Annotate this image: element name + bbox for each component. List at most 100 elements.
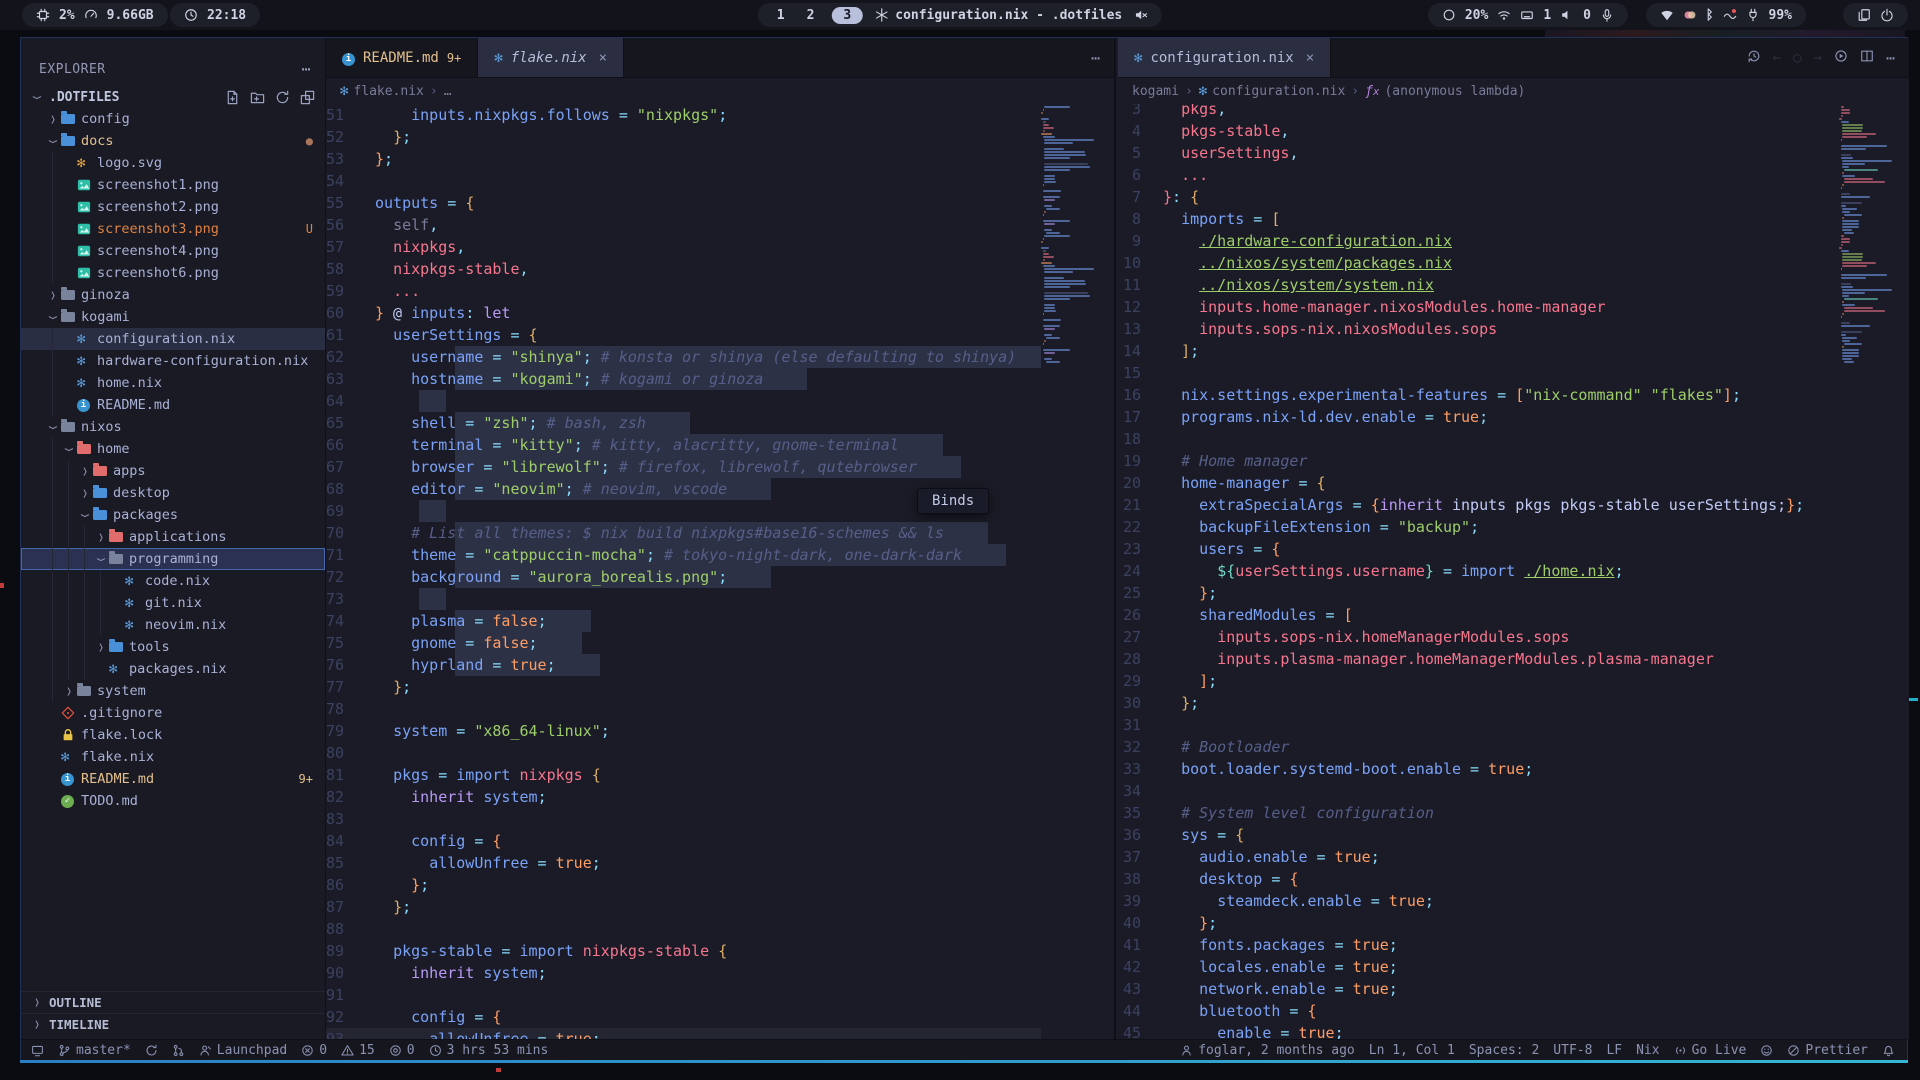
code-line-34[interactable]: 34: [1118, 780, 1909, 802]
tree-item-packages-nix[interactable]: ✻packages.nix: [21, 658, 325, 680]
clock-pill[interactable]: 22:18: [170, 3, 260, 27]
tree-item-logo-svg[interactable]: ✻logo.svg: [21, 152, 325, 174]
code-line-54[interactable]: 54: [326, 170, 1114, 192]
status-item-browser-icon[interactable]: [1760, 1044, 1773, 1057]
tab-configuration-nix[interactable]: ✻configuration.nix×: [1118, 38, 1331, 77]
code-line-4[interactable]: 4 pkgs-stable,: [1118, 120, 1909, 142]
code-line-74[interactable]: 74 plasma = false;: [326, 610, 1114, 632]
code-line-77[interactable]: 77 };: [326, 676, 1114, 698]
code-line-8[interactable]: 8 imports = [: [1118, 208, 1909, 230]
code-line-20[interactable]: 20 home-manager = {: [1118, 472, 1909, 494]
code-line-12[interactable]: 12 inputs.home-manager.nixosModules.home…: [1118, 296, 1909, 318]
code-line-13[interactable]: 13 inputs.sops-nix.nixosModules.sops: [1118, 318, 1909, 340]
breadcrumb-item[interactable]: ✻configuration.nix: [1199, 83, 1346, 99]
power-icon[interactable]: [1880, 8, 1894, 22]
history-icon[interactable]: [1747, 49, 1761, 67]
status-item-prettier[interactable]: Prettier: [1787, 1043, 1868, 1058]
code-line-18[interactable]: 18: [1118, 428, 1909, 450]
code-line-66[interactable]: 66 terminal = "kitty"; # kitty, alacritt…: [326, 434, 1114, 456]
code-line-37[interactable]: 37 audio.enable = true;: [1118, 846, 1909, 868]
tree-item-nixos[interactable]: ❭nixos: [21, 416, 325, 438]
nav-back-icon[interactable]: ←: [1773, 50, 1781, 66]
status-item-nix[interactable]: Nix: [1636, 1043, 1659, 1058]
timeline-section[interactable]: ❭ TIMELINE: [21, 1013, 325, 1035]
code-line-29[interactable]: 29 ];: [1118, 670, 1909, 692]
tree-item-screenshot1-png[interactable]: screenshot1.png: [21, 174, 325, 196]
outline-section[interactable]: ❭ OUTLINE: [21, 991, 325, 1013]
code-line-82[interactable]: 82 inherit system;: [326, 786, 1114, 808]
code-line-39[interactable]: 39 steamdeck.enable = true;: [1118, 890, 1909, 912]
code-line-40[interactable]: 40 };: [1118, 912, 1909, 934]
status-item-go-live[interactable]: Go Live: [1674, 1043, 1747, 1058]
code-line-27[interactable]: 27 inputs.sops-nix.homeManagerModules.so…: [1118, 626, 1909, 648]
tree-item-home[interactable]: ❭home: [21, 438, 325, 460]
code-line-79[interactable]: 79 system = "x86_64-linux";: [326, 720, 1114, 742]
tree-item-configuration-nix[interactable]: ✻configuration.nix: [21, 328, 325, 350]
code-line-53[interactable]: 53};: [326, 148, 1114, 170]
minimap[interactable]: [1041, 104, 1116, 1039]
breadcrumb-item[interactable]: ✻flake.nix: [340, 83, 424, 99]
more-icon[interactable]: ⋯: [1091, 49, 1100, 67]
code-line-59[interactable]: 59 ...: [326, 280, 1114, 302]
code-line-70[interactable]: 70 # List all themes: $ nix build nixpkg…: [326, 522, 1114, 544]
tree-item-readme-md[interactable]: iREADME.md: [21, 394, 325, 416]
tree-item-packages[interactable]: ❭packages: [21, 504, 325, 526]
code-line-42[interactable]: 42 locales.enable = true;: [1118, 956, 1909, 978]
code-line-28[interactable]: 28 inputs.plasma-manager.homeManagerModu…: [1118, 648, 1909, 670]
indicators-pill[interactable]: 20% 1 0: [1428, 3, 1628, 27]
status-item-15[interactable]: 15: [341, 1043, 375, 1058]
code-line-21[interactable]: 21 extraSpecialArgs = {inherit inputs pk…: [1118, 494, 1909, 516]
code-line-35[interactable]: 35 # System level configuration: [1118, 802, 1909, 824]
new-folder-button[interactable]: [250, 90, 265, 105]
tree-item-screenshot6-png[interactable]: screenshot6.png: [21, 262, 325, 284]
tree-item-apps[interactable]: ❭apps: [21, 460, 325, 482]
code-line-16[interactable]: 16 nix.settings.experimental-features = …: [1118, 384, 1909, 406]
status-item-bell-icon[interactable]: [1882, 1044, 1895, 1057]
status-item-ln-1-col-1[interactable]: Ln 1, Col 1: [1369, 1043, 1455, 1058]
status-item-utf-8[interactable]: UTF-8: [1553, 1043, 1592, 1058]
code-line-52[interactable]: 52 };: [326, 126, 1114, 148]
tree-item-kogami[interactable]: ❭kogami: [21, 306, 325, 328]
nav-circle-icon[interactable]: ○: [1793, 50, 1801, 66]
tree-item-screenshot3-png[interactable]: screenshot3.pngU: [21, 218, 325, 240]
new-file-button[interactable]: [225, 90, 240, 105]
code-line-33[interactable]: 33 boot.loader.systemd-boot.enable = tru…: [1118, 758, 1909, 780]
code-line-64[interactable]: 64: [326, 390, 1114, 412]
status-item-remote-window-icon[interactable]: [31, 1044, 44, 1057]
code-line-23[interactable]: 23 users = {: [1118, 538, 1909, 560]
code-line-73[interactable]: 73: [326, 588, 1114, 610]
code-line-26[interactable]: 26 sharedModules = [: [1118, 604, 1909, 626]
status-item-master-[interactable]: master*: [58, 1043, 131, 1058]
code-line-89[interactable]: 89 pkgs-stable = import nixpkgs-stable {: [326, 940, 1114, 962]
code-line-55[interactable]: 55outputs = {: [326, 192, 1114, 214]
tree-item-docs[interactable]: ❭docs●: [21, 130, 325, 152]
split-editor-icon[interactable]: [1860, 49, 1874, 67]
code-line-36[interactable]: 36 sys = {: [1118, 824, 1909, 846]
code-line-43[interactable]: 43 network.enable = true;: [1118, 978, 1909, 1000]
minimap[interactable]: [1839, 104, 1909, 1039]
code-line-71[interactable]: 71 theme = "catppuccin-mocha"; # tokyo-n…: [326, 544, 1114, 566]
code-line-45[interactable]: 45 enable = true;: [1118, 1022, 1909, 1039]
workspace-root-row[interactable]: ❭ .DOTFILES: [21, 86, 325, 108]
status-item-git-fork-icon[interactable]: [172, 1044, 185, 1057]
code-line-61[interactable]: 61 userSettings = {: [326, 324, 1114, 346]
tree-item-applications[interactable]: ❭applications: [21, 526, 325, 548]
status-item-0[interactable]: 0: [301, 1043, 327, 1058]
code-line-25[interactable]: 25 };: [1118, 582, 1909, 604]
code-line-78[interactable]: 78: [326, 698, 1114, 720]
code-line-72[interactable]: 72 background = "aurora_borealis.png";: [326, 566, 1114, 588]
code-line-51[interactable]: 51 inputs.nixpkgs.follows = "nixpkgs";: [326, 104, 1114, 126]
close-icon[interactable]: ×: [1306, 50, 1314, 66]
tree-item-home-nix[interactable]: ✻home.nix: [21, 372, 325, 394]
code-line-7[interactable]: 7}: {: [1118, 186, 1909, 208]
code-line-85[interactable]: 85 allowUnfree = true;: [326, 852, 1114, 874]
tree-item-code-nix[interactable]: ✻code.nix: [21, 570, 325, 592]
workspace-3-active[interactable]: 3: [831, 7, 863, 24]
code-editor-configuration[interactable]: 3 pkgs,4 pkgs-stable,5 userSettings,6 ..…: [1118, 104, 1909, 1039]
code-line-68[interactable]: 68 editor = "neovim"; # neovim, vscode: [326, 478, 1114, 500]
muted-speaker-icon[interactable]: [1134, 8, 1148, 22]
code-line-67[interactable]: 67 browser = "librewolf"; # firefox, lib…: [326, 456, 1114, 478]
code-line-81[interactable]: 81 pkgs = import nixpkgs {: [326, 764, 1114, 786]
breadcrumb[interactable]: kogami›✻configuration.nix›ƒx(anonymous l…: [1118, 78, 1909, 104]
code-line-62[interactable]: 62 username = "shinya"; # konsta or shin…: [326, 346, 1114, 368]
